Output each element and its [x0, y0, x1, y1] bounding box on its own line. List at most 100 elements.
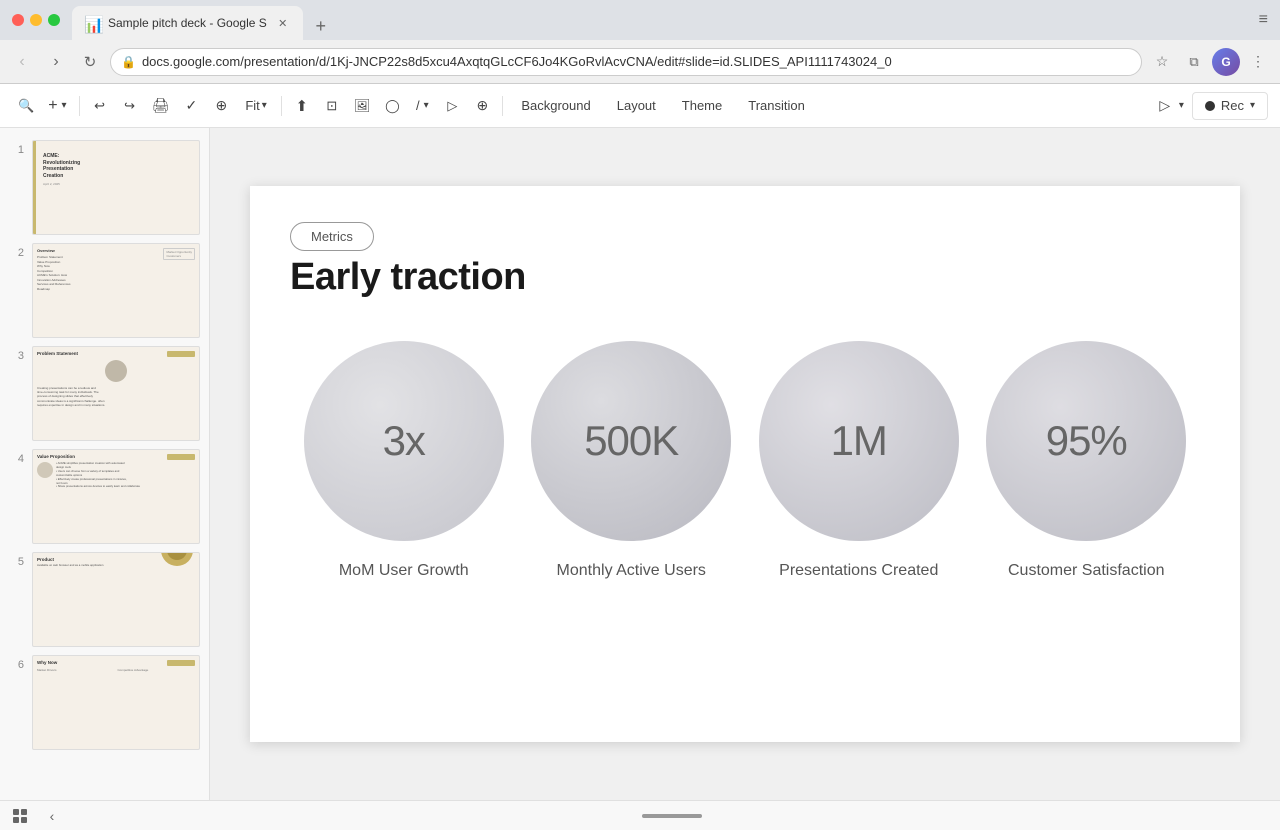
zoom-label: Fit — [245, 98, 259, 113]
browser-menu-icon[interactable]: ≡ — [1259, 11, 1268, 29]
metric-value-1: 3x — [383, 417, 425, 465]
undo-icon: ↩ — [94, 98, 105, 114]
redo-icon: ↪ — [124, 98, 135, 114]
grid-icon — [12, 808, 28, 824]
slide-img-6[interactable]: Why Now Market Drivers Competitive Advan… — [32, 655, 200, 750]
metric-label-2: Monthly Active Users — [557, 561, 706, 582]
rec-dropdown-icon: ▾ — [1250, 100, 1255, 111]
slide-num-3: 3 — [8, 346, 24, 362]
select-tool-button[interactable]: ⬆ — [288, 92, 316, 120]
forward-icon: › — [53, 53, 58, 71]
theme-label: Theme — [682, 98, 722, 113]
zoom-button[interactable]: ⊕ — [207, 92, 235, 120]
tab-favicon: 📊 — [84, 15, 100, 31]
layout-button[interactable]: Layout — [605, 92, 668, 120]
slide-heading: Early traction — [290, 256, 526, 299]
slide-canvas[interactable]: Metrics Early traction 3x MoM User Growt… — [250, 186, 1240, 742]
collapse-icon: ‹ — [50, 808, 55, 824]
spellcheck-button[interactable]: ✓ — [177, 92, 205, 120]
present-arrow-icon: ▷ — [1159, 97, 1170, 114]
transition-button[interactable]: Transition — [736, 92, 817, 120]
slide-thumb-4[interactable]: 4 Value Proposition • ACME simplifies pr… — [0, 445, 209, 548]
collapse-panel-button[interactable]: ‹ — [40, 804, 64, 828]
more-tools-icon: ⊕ — [476, 97, 488, 114]
metric-item-2: 500K Monthly Active Users — [531, 341, 731, 582]
slide-img-1[interactable]: ACME:RevolutionizingPresentationCreation… — [32, 140, 200, 235]
shape-tool-button[interactable]: ◯ — [378, 92, 406, 120]
lock-icon: 🔒 — [121, 55, 136, 69]
zoom-dropdown-icon: ▾ — [262, 100, 267, 111]
slide-thumb-6[interactable]: 6 Why Now Market Drivers Competitive Adv… — [0, 651, 209, 754]
line-icon: / — [416, 98, 420, 113]
scroll-indicator[interactable] — [642, 814, 702, 818]
forward-button[interactable]: › — [42, 48, 70, 76]
extensions-icon: ⧉ — [1189, 54, 1198, 70]
slide-img-4[interactable]: Value Proposition • ACME simplifies pres… — [32, 449, 200, 544]
plus-icon: + — [48, 97, 57, 115]
rec-button[interactable]: Rec ▾ — [1192, 92, 1268, 120]
metric-circle-1: 3x — [304, 341, 504, 541]
image-tool-button[interactable]: 🖼 — [348, 92, 377, 120]
search-button[interactable]: 🔍 — [12, 92, 40, 120]
slide-thumb-3[interactable]: 3 Problem Statement Creating presentatio… — [0, 342, 209, 445]
window-maximize[interactable] — [48, 14, 60, 26]
slide-num-5: 5 — [8, 552, 24, 568]
slide-img-3[interactable]: Problem Statement Creating presentations… — [32, 346, 200, 441]
toolbar-separator-3 — [502, 96, 503, 116]
slide-thumb-2[interactable]: 2 Overview Problem StatementValue Propos… — [0, 239, 209, 342]
grid-view-button[interactable] — [8, 804, 32, 828]
metric-label-3: Presentations Created — [779, 561, 938, 582]
print-icon: 🖨 — [152, 97, 170, 114]
tab-title: Sample pitch deck - Google S — [108, 16, 267, 30]
browser-menu-button[interactable]: ⋮ — [1244, 48, 1272, 76]
metric-item-4: 95% Customer Satisfaction — [986, 341, 1186, 582]
canvas-area: Metrics Early traction 3x MoM User Growt… — [210, 128, 1280, 800]
tab-close-button[interactable]: ✕ — [275, 15, 291, 31]
line-tool-button[interactable]: / ▾ — [408, 92, 436, 120]
zoom-select[interactable]: Fit ▾ — [237, 92, 274, 120]
slide-img-5[interactable]: Product Available on web browser and as … — [32, 552, 200, 647]
url-text: docs.google.com/presentation/d/1Kj-JNCP2… — [142, 54, 1131, 69]
present-dropdown-chevron[interactable]: ▾ — [1179, 100, 1184, 111]
extensions-button[interactable]: ⧉ — [1180, 48, 1208, 76]
undo-button[interactable]: ↩ — [86, 92, 114, 120]
metric-circle-3: 1M — [759, 341, 959, 541]
address-bar[interactable]: 🔒 docs.google.com/presentation/d/1Kj-JNC… — [110, 48, 1142, 76]
background-button[interactable]: Background — [509, 92, 602, 120]
slide-thumb-1[interactable]: 1 ACME:RevolutionizingPresentationCreati… — [0, 136, 209, 239]
theme-button[interactable]: Theme — [670, 92, 734, 120]
video-tool-button[interactable]: ▷ — [438, 92, 466, 120]
metric-label-1: MoM User Growth — [339, 561, 469, 582]
present-dropdown-button[interactable]: ▷ — [1151, 92, 1179, 120]
back-button[interactable]: ‹ — [8, 48, 36, 76]
star-icon: ☆ — [1156, 53, 1169, 70]
spellcheck-icon: ✓ — [185, 97, 197, 114]
reload-button[interactable]: ↻ — [76, 48, 104, 76]
user-avatar[interactable]: G — [1212, 48, 1240, 76]
redo-button[interactable]: ↪ — [116, 92, 144, 120]
search-icon: 🔍 — [18, 98, 34, 114]
window-close[interactable] — [12, 14, 24, 26]
print-button[interactable]: 🖨 — [146, 92, 176, 120]
rec-dot-icon — [1205, 101, 1215, 111]
shapes-icon: ◯ — [385, 98, 400, 114]
line-dropdown-icon: ▾ — [424, 100, 429, 111]
slide-thumb-5[interactable]: 5 Product Available on web browser and a… — [0, 548, 209, 651]
insert-button[interactable]: + ▾ — [42, 92, 72, 120]
bookmark-button[interactable]: ☆ — [1148, 48, 1176, 76]
slide-img-2[interactable]: Overview Problem StatementValue Proposit… — [32, 243, 200, 338]
insert-dropdown-icon: ▾ — [62, 100, 67, 111]
metric-circle-4: 95% — [986, 341, 1186, 541]
cursor-icon: ⬆ — [296, 97, 309, 115]
metrics-badge: Metrics — [290, 222, 374, 251]
rec-label: Rec — [1221, 98, 1244, 113]
more-tools-button[interactable]: ⊕ — [468, 92, 496, 120]
slide-panel: 1 ACME:RevolutionizingPresentationCreati… — [0, 128, 210, 800]
new-tab-button[interactable]: + — [307, 12, 335, 40]
window-minimize[interactable] — [30, 14, 42, 26]
text-tool-button[interactable]: ⊡ — [318, 92, 346, 120]
toolbar-separator-1 — [79, 96, 80, 116]
profile-button[interactable]: G — [1212, 48, 1240, 76]
active-tab[interactable]: 📊 Sample pitch deck - Google S ✕ — [72, 6, 303, 40]
layout-label: Layout — [617, 98, 656, 113]
